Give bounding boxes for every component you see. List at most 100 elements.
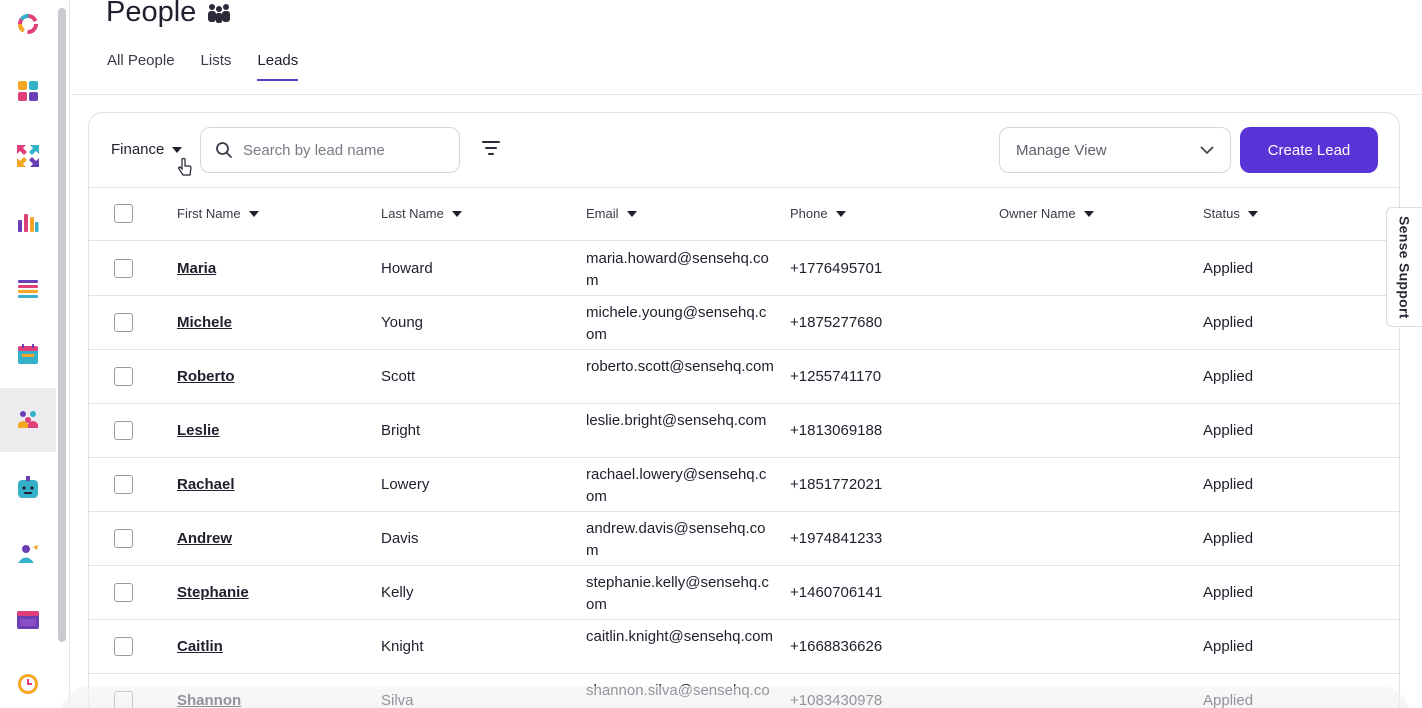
filter-icon (482, 141, 500, 155)
status-cell: Applied (1203, 584, 1254, 601)
table-row[interactable]: Maria Howard maria.howard@sensehq.com +1776… (89, 242, 1399, 296)
status-cell: Applied (1203, 692, 1254, 708)
first-name-link[interactable]: Caitlin (177, 638, 223, 655)
sort-caret-icon (626, 210, 637, 217)
sense-logo-icon[interactable] (0, 0, 56, 56)
people-icon[interactable] (0, 388, 56, 452)
people-group-icon (208, 3, 231, 23)
last-name-cell: Kelly (381, 584, 414, 601)
phone-cell: +1851772021 (790, 476, 883, 493)
last-name-cell: Silva (381, 692, 414, 708)
first-name-link[interactable]: Maria (177, 260, 216, 277)
sort-caret-icon (248, 210, 259, 217)
column-label: Last Name (381, 206, 444, 221)
caret-down-icon (172, 146, 183, 153)
column-first-name[interactable]: First Name (177, 206, 259, 221)
tab-lists[interactable]: Lists (201, 52, 232, 81)
column-label: First Name (177, 206, 241, 221)
table-row[interactable]: Caitlin Knight caitlin.knight@sensehq.com +… (89, 620, 1399, 674)
first-name-link[interactable]: Roberto (177, 368, 235, 385)
sense-support-tab[interactable]: Sense Support (1386, 207, 1422, 327)
sidebar (0, 0, 70, 708)
first-name-link[interactable]: Stephanie (177, 584, 249, 601)
dashboard-icon[interactable] (0, 59, 56, 123)
table-row[interactable]: Leslie Bright leslie.bright@sensehq.com +18… (89, 404, 1399, 458)
table-row[interactable]: Rachael Lowery rachael.lowery@sensehq.com +… (89, 458, 1399, 512)
search-box[interactable] (200, 127, 460, 173)
email-cell: andrew.davis@sensehq.com (586, 520, 766, 559)
email-cell: leslie.bright@sensehq.com (586, 412, 767, 429)
table-row[interactable]: Stephanie Kelly stephanie.kelly@sensehq.co… (89, 566, 1399, 620)
create-lead-button[interactable]: Create Lead (1240, 127, 1378, 173)
tab-all-people[interactable]: All People (107, 52, 175, 81)
row-checkbox[interactable] (114, 691, 133, 708)
first-name-link[interactable]: Rachael (177, 476, 235, 493)
window-icon[interactable] (0, 588, 56, 652)
page-title: People (106, 0, 232, 29)
user-icon[interactable] (0, 522, 56, 586)
people-tabs: All People Lists Leads (107, 52, 299, 81)
status-cell: Applied (1203, 638, 1254, 655)
table-row[interactable]: Andrew Davis andrew.davis@sensehq.com +1974… (89, 512, 1399, 566)
row-checkbox[interactable] (114, 313, 133, 332)
first-name-link[interactable]: Andrew (177, 530, 232, 547)
group-filter-label: Finance (111, 141, 165, 158)
status-cell: Applied (1203, 476, 1254, 493)
phone-cell: +1776495701 (790, 260, 883, 277)
status-cell: Applied (1203, 368, 1254, 385)
first-name-link[interactable]: Leslie (177, 422, 220, 439)
row-checkbox[interactable] (114, 583, 133, 602)
header-divider (71, 94, 1422, 95)
analytics-icon[interactable] (0, 190, 56, 254)
column-email[interactable]: Email (586, 206, 637, 221)
group-filter-dropdown[interactable]: Finance (111, 141, 183, 158)
email-cell: stephanie.kelly@sensehq.com (586, 574, 769, 613)
sort-caret-icon (1247, 210, 1258, 217)
pointer-cursor-icon (178, 158, 192, 176)
calendar-icon[interactable] (0, 322, 56, 386)
phone-cell: +1255741170 (790, 368, 882, 385)
column-phone[interactable]: Phone (790, 206, 846, 221)
row-checkbox[interactable] (114, 637, 133, 656)
first-name-link[interactable]: Shannon (177, 692, 241, 708)
last-name-cell: Lowery (381, 476, 430, 493)
phone-cell: +1668836626 (790, 638, 883, 655)
last-name-cell: Davis (381, 530, 419, 547)
table-row[interactable]: Roberto Scott roberto.scott@sensehq.com +12… (89, 350, 1399, 404)
row-checkbox[interactable] (114, 259, 133, 278)
status-cell: Applied (1203, 314, 1254, 331)
row-checkbox[interactable] (114, 529, 133, 548)
tab-leads[interactable]: Leads (257, 52, 299, 81)
column-label: Email (586, 206, 619, 221)
column-status[interactable]: Status (1203, 206, 1258, 221)
email-cell: shannon.silva@sensehq.com (586, 682, 770, 708)
table-row[interactable]: Shannon Silva shannon.silva@sensehq.com +10… (89, 674, 1399, 708)
column-last-name[interactable]: Last Name (381, 206, 462, 221)
sort-caret-icon (1083, 210, 1094, 217)
manage-view-select[interactable]: Manage View (999, 127, 1231, 173)
chevron-down-icon (1200, 145, 1214, 154)
filter-button[interactable] (481, 139, 501, 162)
email-cell: michele.young@sensehq.com (586, 304, 767, 343)
row-checkbox[interactable] (114, 475, 133, 494)
timer-icon[interactable] (0, 652, 56, 708)
column-label: Owner Name (999, 206, 1076, 221)
email-cell: rachael.lowery@sensehq.com (586, 466, 767, 505)
last-name-cell: Knight (381, 638, 424, 655)
lists-icon[interactable] (0, 257, 56, 321)
first-name-link[interactable]: Michele (177, 314, 232, 331)
leads-toolbar: Finance Manage View Create Lead (89, 113, 1399, 188)
row-checkbox[interactable] (114, 367, 133, 386)
select-all-checkbox[interactable] (114, 204, 133, 223)
search-input[interactable] (243, 141, 443, 159)
sidebar-scrollbar[interactable] (58, 8, 66, 642)
table-row[interactable]: Michele Young michele.young@sensehq.com +18… (89, 296, 1399, 350)
last-name-cell: Bright (381, 422, 421, 439)
email-cell: roberto.scott@sensehq.com (586, 358, 774, 375)
integrations-icon[interactable] (0, 124, 56, 188)
column-owner-name[interactable]: Owner Name (999, 206, 1094, 221)
last-name-cell: Scott (381, 368, 416, 385)
last-name-cell: Howard (381, 260, 433, 277)
chatbot-icon[interactable] (0, 456, 56, 520)
row-checkbox[interactable] (114, 421, 133, 440)
